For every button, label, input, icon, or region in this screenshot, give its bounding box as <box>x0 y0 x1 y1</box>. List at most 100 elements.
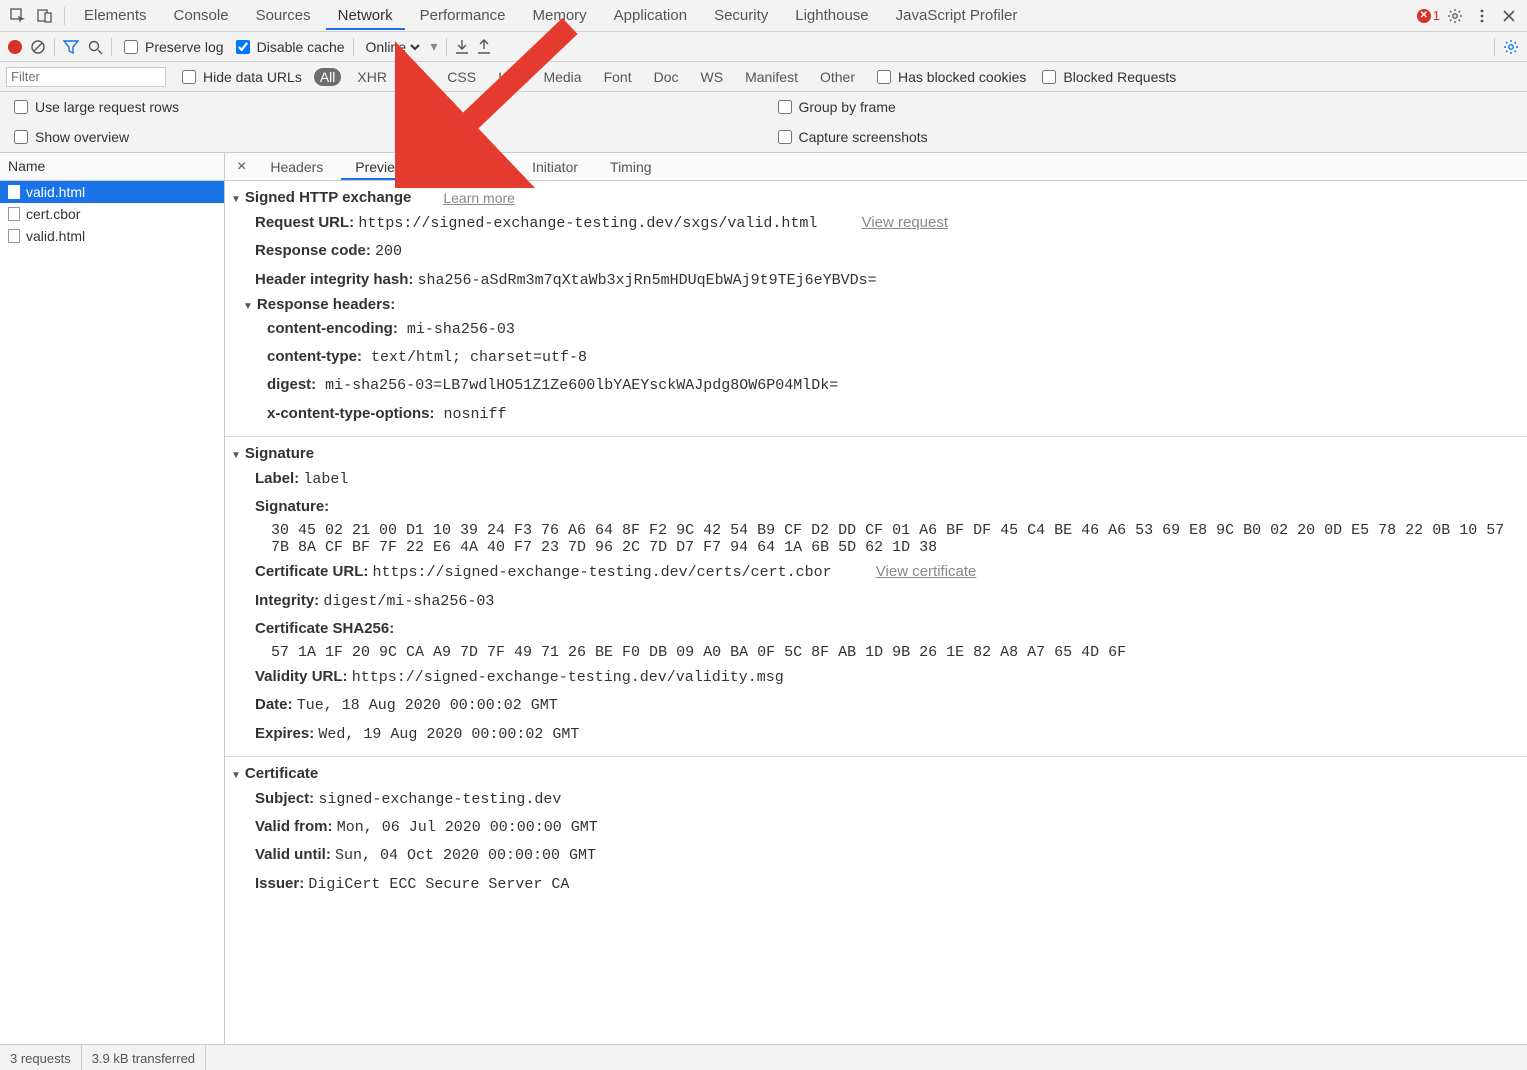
subtab-headers[interactable]: Headers <box>256 154 337 180</box>
request-row[interactable]: valid.html <box>0 225 224 247</box>
hide-data-urls-label: Hide data URLs <box>203 69 302 85</box>
request-url-value: https://signed-exchange-testing.dev/sxgs… <box>358 215 817 232</box>
type-chip-font[interactable]: Font <box>598 68 638 86</box>
type-chip-manifest[interactable]: Manifest <box>739 68 804 86</box>
view-certificate-link[interactable]: View certificate <box>876 563 977 580</box>
request-name: valid.html <box>26 184 85 200</box>
sig-validityurl-k: Validity URL: <box>255 668 348 685</box>
disclosure-triangle-icon <box>243 296 253 313</box>
sig-validityurl-v: https://signed-exchange-testing.dev/vali… <box>352 669 784 686</box>
show-overview-label: Show overview <box>35 129 129 145</box>
disable-cache-checkbox[interactable]: Disable cache <box>232 37 345 57</box>
tab-application[interactable]: Application <box>602 1 699 30</box>
tab-performance[interactable]: Performance <box>408 1 518 30</box>
cert-validuntil-v: Sun, 04 Oct 2020 00:00:00 GMT <box>335 847 596 864</box>
section-sxg-title: Signed HTTP exchange <box>245 189 411 206</box>
search-icon[interactable] <box>87 39 103 55</box>
tab-js-profiler[interactable]: JavaScript Profiler <box>884 1 1030 30</box>
show-overview-checkbox[interactable]: Show overview <box>10 127 129 147</box>
request-row[interactable]: cert.cbor <box>0 203 224 225</box>
response-header-name: digest: <box>267 376 316 393</box>
section-certificate-header[interactable]: Certificate <box>225 762 1527 785</box>
subtab-timing[interactable]: Timing <box>596 154 666 180</box>
section-certificate-title: Certificate <box>245 765 318 782</box>
filter-input[interactable] <box>6 67 166 87</box>
request-list-header[interactable]: Name <box>0 153 224 181</box>
response-code-value: 200 <box>375 243 402 260</box>
cert-subject-k: Subject: <box>255 790 314 807</box>
filter-icon[interactable] <box>63 39 79 55</box>
document-icon <box>8 229 20 243</box>
subtab-preview[interactable]: Preview <box>341 154 419 180</box>
view-request-link[interactable]: View request <box>862 214 948 231</box>
inspect-element-icon[interactable] <box>6 4 30 28</box>
more-options-icon[interactable] <box>1470 4 1494 28</box>
type-chip-doc[interactable]: Doc <box>648 68 685 86</box>
status-bar: 3 requests 3.9 kB transferred <box>0 1044 1527 1070</box>
blocked-requests-label: Blocked Requests <box>1063 69 1176 85</box>
section-signature-title: Signature <box>245 445 314 462</box>
close-detail-icon[interactable]: × <box>231 158 252 176</box>
blocked-requests-checkbox[interactable]: Blocked Requests <box>1038 67 1176 87</box>
hide-data-urls-checkbox[interactable]: Hide data URLs <box>178 67 302 87</box>
cert-validuntil-k: Valid until: <box>255 846 331 863</box>
throttling-select[interactable]: Online <box>362 38 423 56</box>
tab-security[interactable]: Security <box>702 1 780 30</box>
sig-expires-v: Wed, 19 Aug 2020 00:00:02 GMT <box>318 726 579 743</box>
import-har-icon[interactable] <box>455 39 469 55</box>
close-devtools-icon[interactable] <box>1497 4 1521 28</box>
group-by-frame-checkbox[interactable]: Group by frame <box>774 97 896 117</box>
tab-sources[interactable]: Sources <box>244 1 323 30</box>
tab-memory[interactable]: Memory <box>521 1 599 30</box>
record-button[interactable] <box>8 40 22 54</box>
request-list-pane: Name valid.html cert.cbor valid.html <box>0 153 225 1044</box>
detail-body: Signed HTTP exchange Learn more Request … <box>225 181 1527 1044</box>
sig-signature-v: 30 45 02 21 00 D1 10 39 24 F3 76 A6 64 8… <box>225 520 1527 558</box>
response-headers-title: Response headers: <box>257 296 395 313</box>
separator <box>64 7 65 25</box>
subtab-initiator[interactable]: Initiator <box>518 154 592 180</box>
error-count-badge[interactable]: ✕1 <box>1417 8 1440 23</box>
settings-gear-icon[interactable] <box>1443 4 1467 28</box>
large-request-rows-checkbox[interactable]: Use large request rows <box>10 97 179 117</box>
sig-date-k: Date: <box>255 696 293 713</box>
section-signature-header[interactable]: Signature <box>225 442 1527 465</box>
tab-network[interactable]: Network <box>326 1 405 30</box>
document-icon <box>8 185 20 199</box>
device-toolbar-icon[interactable] <box>33 4 57 28</box>
type-chip-ws[interactable]: WS <box>695 68 730 86</box>
preserve-log-checkbox[interactable]: Preserve log <box>120 37 224 57</box>
clear-icon[interactable] <box>30 39 46 55</box>
section-sxg-header[interactable]: Signed HTTP exchange Learn more <box>225 186 1527 209</box>
response-headers-subgroup[interactable]: Response headers: <box>225 294 1527 315</box>
sig-label-v: label <box>303 471 348 488</box>
response-header-name: x-content-type-options: <box>267 405 434 422</box>
has-blocked-cookies-checkbox[interactable]: Has blocked cookies <box>873 67 1026 87</box>
tab-elements[interactable]: Elements <box>72 1 159 30</box>
sig-certurl-k: Certificate URL: <box>255 563 368 580</box>
tab-lighthouse[interactable]: Lighthouse <box>783 1 880 30</box>
type-chip-media[interactable]: Media <box>537 68 587 86</box>
request-row[interactable]: valid.html <box>0 181 224 203</box>
disclosure-triangle-icon <box>231 189 241 206</box>
subtab-response[interactable]: Response <box>423 154 514 180</box>
sig-label-k: Label: <box>255 470 299 487</box>
cert-subject-v: signed-exchange-testing.dev <box>318 791 561 808</box>
learn-more-link[interactable]: Learn more <box>443 190 515 206</box>
type-chip-all[interactable]: All <box>314 68 342 86</box>
request-name: cert.cbor <box>26 206 80 222</box>
response-header-value: mi-sha256-03=LB7wdlHO51Z1Ze600lbYAEYsckW… <box>316 377 838 394</box>
capture-screenshots-checkbox[interactable]: Capture screenshots <box>774 127 928 147</box>
sig-integrity-v: digest/mi-sha256-03 <box>323 593 494 610</box>
response-code-label: Response code: <box>255 242 371 259</box>
type-chip-other[interactable]: Other <box>814 68 861 86</box>
network-settings-gear-icon[interactable] <box>1503 39 1519 55</box>
export-har-icon[interactable] <box>477 39 491 55</box>
type-chip-xhr[interactable]: XHR <box>351 68 393 86</box>
request-url-label: Request URL: <box>255 214 354 231</box>
type-chip-css[interactable]: CSS <box>441 68 482 86</box>
tab-console[interactable]: Console <box>162 1 241 30</box>
type-chip-img[interactable]: Img <box>492 68 527 86</box>
type-chip-js[interactable]: JS <box>403 68 431 86</box>
disable-cache-label: Disable cache <box>257 39 345 55</box>
